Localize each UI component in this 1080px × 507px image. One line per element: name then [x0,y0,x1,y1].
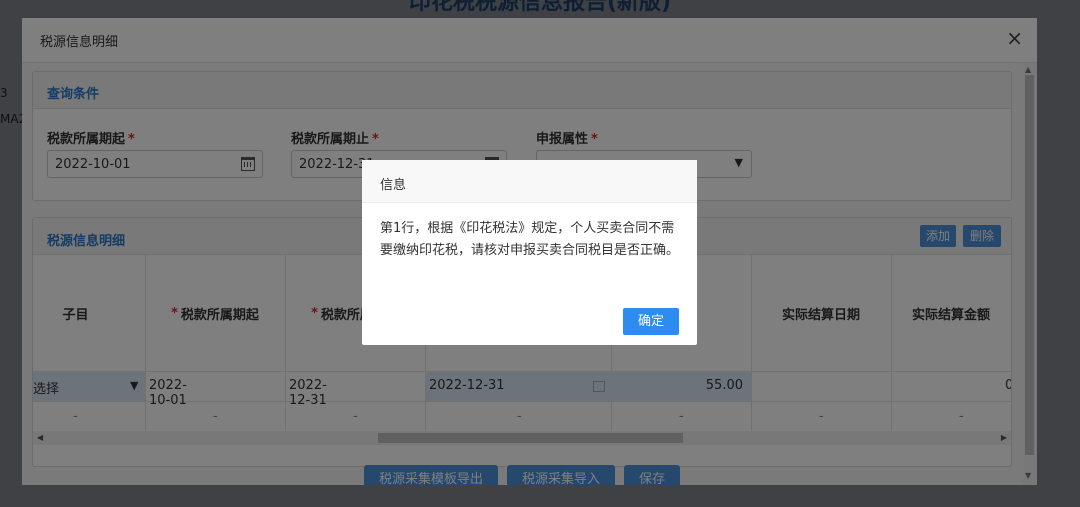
dialog-title: 信息 [380,178,407,193]
dialog-message: 第1行，根据《印花税法》规定，个人买卖合同不需要缴纳印花税，请核对申报买卖合同税… [380,221,680,258]
info-dialog: 信息 第1行，根据《印花税法》规定，个人买卖合同不需要缴纳印花税，请核对申报买卖… [362,160,697,345]
confirm-button[interactable]: 确定 [623,308,679,335]
dialog-header: 信息 [362,160,697,203]
